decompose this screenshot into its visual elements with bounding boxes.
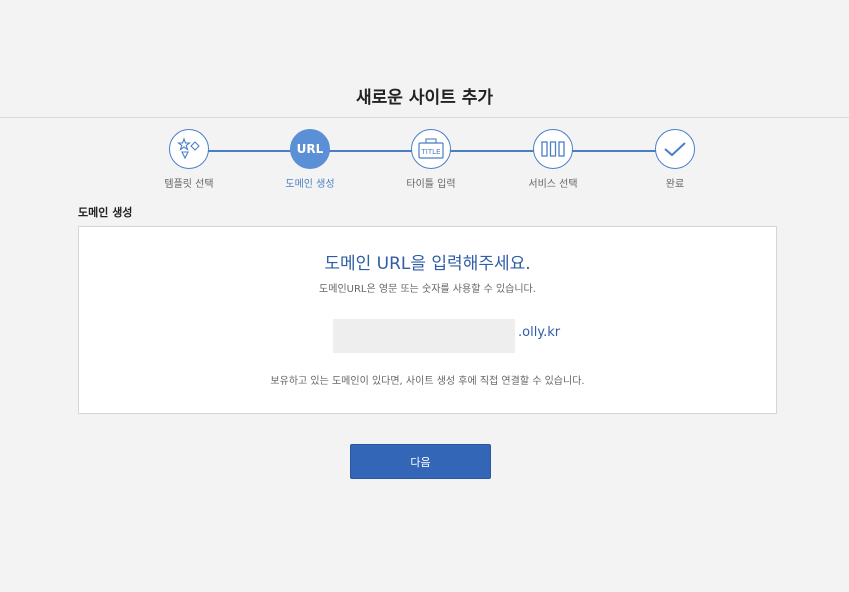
domain-card: 도메인 URL을 입력해주세요. 도메인URL은 영문 또는 숫자를 사용할 수… [78, 226, 777, 414]
template-shapes-icon [176, 137, 200, 160]
card-note: 보유하고 있는 도메인이 있다면, 사이트 생성 후에 직접 연결할 수 있습니… [270, 376, 585, 387]
next-button[interactable]: 다음 [350, 444, 491, 479]
step-circle [533, 129, 573, 169]
title-icon: TITLE [418, 138, 444, 159]
url-icon: URL [296, 142, 324, 156]
domain-input[interactable] [333, 319, 515, 353]
step-label: 타이틀 입력 [406, 179, 456, 190]
step-circle: URL [290, 129, 330, 169]
step-circle: TITLE [411, 129, 451, 169]
section-label: 도메인 생성 [78, 206, 133, 219]
step-label: 완료 [665, 179, 685, 190]
step-circle [655, 129, 695, 169]
step-title[interactable]: TITLE 타이틀 입력 [386, 129, 476, 190]
step-complete[interactable]: 완료 [630, 129, 720, 190]
step-template[interactable]: 템플릿 선택 [144, 129, 234, 190]
service-columns-icon [541, 141, 565, 157]
step-circle [169, 129, 209, 169]
step-label: 서비스 선택 [528, 179, 578, 190]
checkmark-icon [664, 142, 686, 157]
title-icon-text: TITLE [421, 148, 441, 156]
step-domain[interactable]: URL 도메인 생성 [265, 129, 355, 190]
step-service[interactable]: 서비스 선택 [508, 129, 598, 190]
card-heading: 도메인 URL을 입력해주세요. [324, 254, 531, 274]
domain-suffix: .olly.kr [518, 325, 561, 340]
step-label: 템플릿 선택 [164, 179, 214, 190]
progress-stepper: 템플릿 선택 URL 도메인 생성 TITLE 타이틀 입력 서비스 선택 완료 [0, 0, 849, 200]
card-subtext: 도메인URL은 영문 또는 숫자를 사용할 수 있습니다. [319, 284, 536, 295]
step-label: 도메인 생성 [285, 179, 335, 190]
